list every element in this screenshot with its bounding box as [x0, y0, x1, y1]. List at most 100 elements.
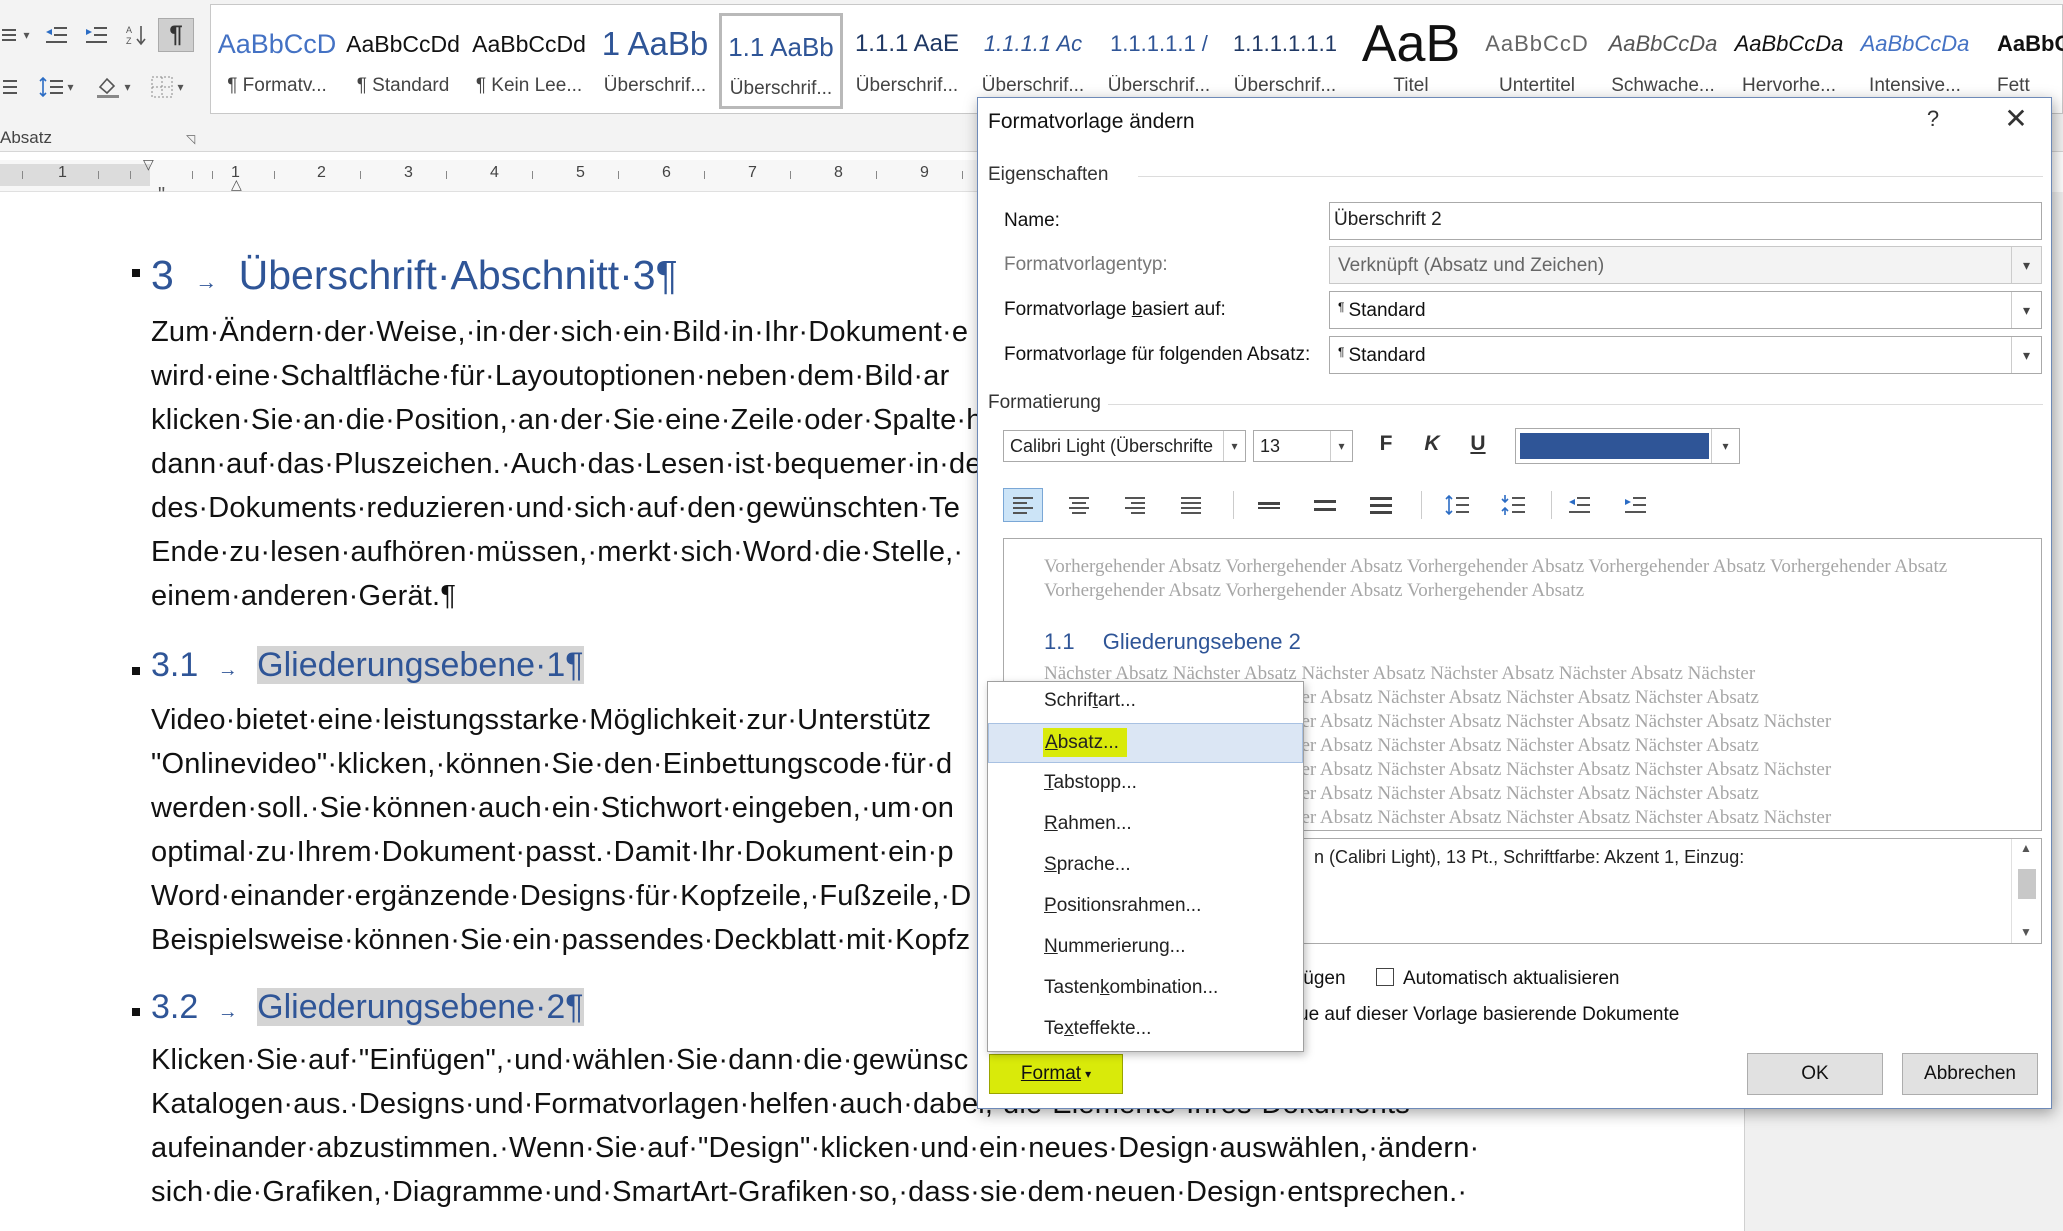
style-name: Überschrif... [729, 78, 833, 99]
style-tile-ueberschrift-6[interactable]: 1.1.1.1.1.1 Überschrif... [1223, 13, 1347, 109]
menu-label: prache... [1056, 854, 1131, 875]
body-line: Beispielsweise·können·Sie·ein·passendes·… [151, 924, 971, 956]
font-size-select[interactable]: 13 ▾ [1253, 430, 1353, 462]
line-spacing-icon[interactable]: ▾ [30, 70, 82, 104]
menu-item-tabs[interactable]: Tabstopp... [988, 764, 1303, 804]
dialog-title: Formatvorlage ändern [988, 110, 1195, 133]
style-tile-fett[interactable]: AaBbCc Fett [1979, 13, 2063, 109]
description-scrollbar[interactable]: ▲ ▼ [2011, 839, 2041, 943]
increase-paragraph-spacing-icon[interactable] [1437, 488, 1477, 522]
ruler-number: 7 [748, 164, 757, 181]
justify-icon[interactable] [0, 70, 20, 104]
access-key: N [1044, 936, 1058, 957]
style-preview: 1.1.1.1.1.1 [1233, 31, 1337, 56]
style-description: n (Calibri Light), 13 Pt., Schriftfarbe:… [1314, 847, 1745, 867]
decrease-indent-icon[interactable] [1559, 488, 1599, 522]
menu-item-frame[interactable]: Positionsrahmen... [988, 887, 1303, 927]
decrease-paragraph-spacing-icon[interactable] [1493, 488, 1533, 522]
style-tile-ueberschrift-3[interactable]: 1.1.1 AaE Überschrif... [845, 13, 969, 109]
format-button[interactable]: Format ▾ [989, 1054, 1123, 1094]
menu-item-highlight: Absatz... [1043, 728, 1127, 757]
heading-3-1[interactable]: 3.1 → Gliederungsebene·1¶ [151, 646, 584, 685]
dialog-launcher-icon[interactable]: ◹ [186, 132, 195, 146]
body-line: wird·eine·Schaltfläche·für·Layoutoptione… [151, 360, 950, 392]
menu-item-paragraph[interactable]: Absatz... [988, 723, 1303, 763]
style-preview: AaBbCc [1997, 31, 2063, 56]
style-name: Schwache... [1611, 75, 1715, 96]
ruler-tick [618, 171, 619, 179]
menu-item-font[interactable]: Schriftart... [988, 682, 1303, 722]
first-line-indent-marker[interactable]: ▽ [143, 156, 154, 173]
auto-update-label[interactable]: Automatisch aktualisieren [1403, 968, 1620, 990]
ruler-tick [360, 171, 361, 179]
following-paragraph-select[interactable]: ¶ Standard ▾ [1329, 336, 2042, 374]
chevron-down-icon[interactable]: ▾ [1711, 429, 1739, 463]
underline-button[interactable]: U [1461, 432, 1495, 462]
help-button[interactable]: ? [1918, 106, 1948, 132]
style-tile-ueberschrift-1[interactable]: 1 AaBb Überschrif... [593, 13, 717, 109]
style-tile-kein-leerraum[interactable]: AaBbCcDd ¶ Kein Lee... [467, 13, 591, 109]
one-half-spacing-icon[interactable] [1305, 488, 1345, 522]
chevron-down-icon[interactable]: ▾ [1330, 431, 1352, 461]
chevron-down-icon[interactable]: ▾ [1223, 431, 1245, 461]
style-tile-formatvorlage[interactable]: AaBbCcD ¶ Formatv... [215, 13, 339, 109]
close-button[interactable]: ✕ [1998, 102, 2034, 135]
menu-item-language[interactable]: Sprache... [988, 846, 1303, 886]
menu-item-border[interactable]: Rahmen... [988, 805, 1303, 845]
font-color-select[interactable]: ▾ [1515, 428, 1740, 464]
style-tile-ueberschrift-2[interactable]: 1.1 AaBb Überschrif... [719, 13, 843, 109]
menu-item-text-effects[interactable]: Texteffekte... [988, 1010, 1303, 1050]
scroll-thumb[interactable] [2018, 869, 2036, 899]
single-spacing-icon[interactable] [1249, 488, 1289, 522]
ok-button[interactable]: OK [1747, 1053, 1883, 1095]
style-tile-titel[interactable]: AaB Titel [1349, 13, 1473, 109]
align-center-icon[interactable] [1059, 488, 1099, 522]
scroll-up-icon[interactable]: ▲ [2020, 841, 2032, 855]
font-select[interactable]: Calibri Light (Überschrifte ▾ [1003, 430, 1246, 462]
chevron-down-icon: ▾ [2011, 247, 2041, 283]
decrease-indent-icon[interactable] [38, 18, 74, 52]
body-line: Video·bietet·eine·leistungsstarke·Möglic… [151, 704, 932, 736]
ruler-number: 2 [317, 164, 326, 181]
style-preview: 1.1.1.1 Ac [983, 31, 1083, 56]
shading-icon[interactable]: ▾ [88, 70, 138, 104]
italic-button[interactable]: K [1415, 432, 1449, 462]
menu-item-shortcut-key[interactable]: Tastenkombination... [988, 969, 1303, 1009]
ruler-number: 4 [490, 164, 499, 181]
heading-3[interactable]: 3 → Überschrift·Abschnitt·3¶ [151, 252, 678, 299]
show-formatting-marks-icon[interactable]: ¶ [158, 18, 194, 52]
new-documents-option-label[interactable]: ue auf dieser Vorlage basierende Dokumen… [1298, 1004, 1679, 1026]
hanging-indent-marker[interactable]: △ [231, 176, 242, 193]
name-input[interactable]: Überschrift 2 [1329, 202, 2042, 240]
chevron-down-icon[interactable]: ▾ [2011, 292, 2041, 328]
auto-update-checkbox[interactable] [1376, 968, 1394, 986]
increase-indent-icon[interactable] [1615, 488, 1655, 522]
style-tile-ueberschrift-5[interactable]: 1.1.1.1.1 / Überschrif... [1097, 13, 1221, 109]
justify-icon[interactable] [1171, 488, 1211, 522]
double-spacing-icon[interactable] [1361, 488, 1401, 522]
chevron-down-icon[interactable]: ▾ [2011, 337, 2041, 373]
scroll-down-icon[interactable]: ▼ [2020, 925, 2032, 939]
borders-icon[interactable]: ▾ [142, 70, 192, 104]
align-right-icon[interactable] [1115, 488, 1155, 522]
cancel-button[interactable]: Abbrechen [1902, 1053, 2038, 1095]
align-left-icon[interactable] [1003, 488, 1043, 522]
sort-icon[interactable]: AZ [118, 18, 154, 52]
style-preview: 1 AaBb [601, 25, 709, 62]
based-on-select[interactable]: ¶ Standard ▾ [1329, 291, 2042, 329]
style-type-value: Verknüpft (Absatz und Zeichen) [1338, 255, 1605, 276]
bold-button[interactable]: F [1369, 432, 1403, 462]
style-tile-ueberschrift-4[interactable]: 1.1.1.1 Ac Überschrif... [971, 13, 1095, 109]
style-tile-hervorhebung[interactable]: AaBbCcDa Hervorhe... [1727, 13, 1851, 109]
style-tile-intensive-hervorhebung[interactable]: AaBbCcDa Intensive... [1853, 13, 1977, 109]
heading-3-2[interactable]: 3.2 → Gliederungsebene·2¶ [151, 988, 584, 1027]
increase-indent-icon[interactable] [78, 18, 114, 52]
style-tile-standard[interactable]: AaBbCcDd ¶ Standard [341, 13, 465, 109]
list-dropdown-icon[interactable]: ▾ [0, 18, 30, 52]
style-tile-schwache-hervorhebung[interactable]: AaBbCcDa Schwache... [1601, 13, 1725, 109]
menu-item-numbering[interactable]: Nummerierung... [988, 928, 1303, 968]
style-tile-untertitel[interactable]: AaBbCcD Untertitel [1475, 13, 1599, 109]
menu-label: Schrif [1044, 690, 1093, 711]
body-line: dann·auf·das·Pluszeichen.·Auch·das·Lesen… [151, 448, 982, 480]
style-preview: AaBbCcDd [346, 31, 460, 57]
